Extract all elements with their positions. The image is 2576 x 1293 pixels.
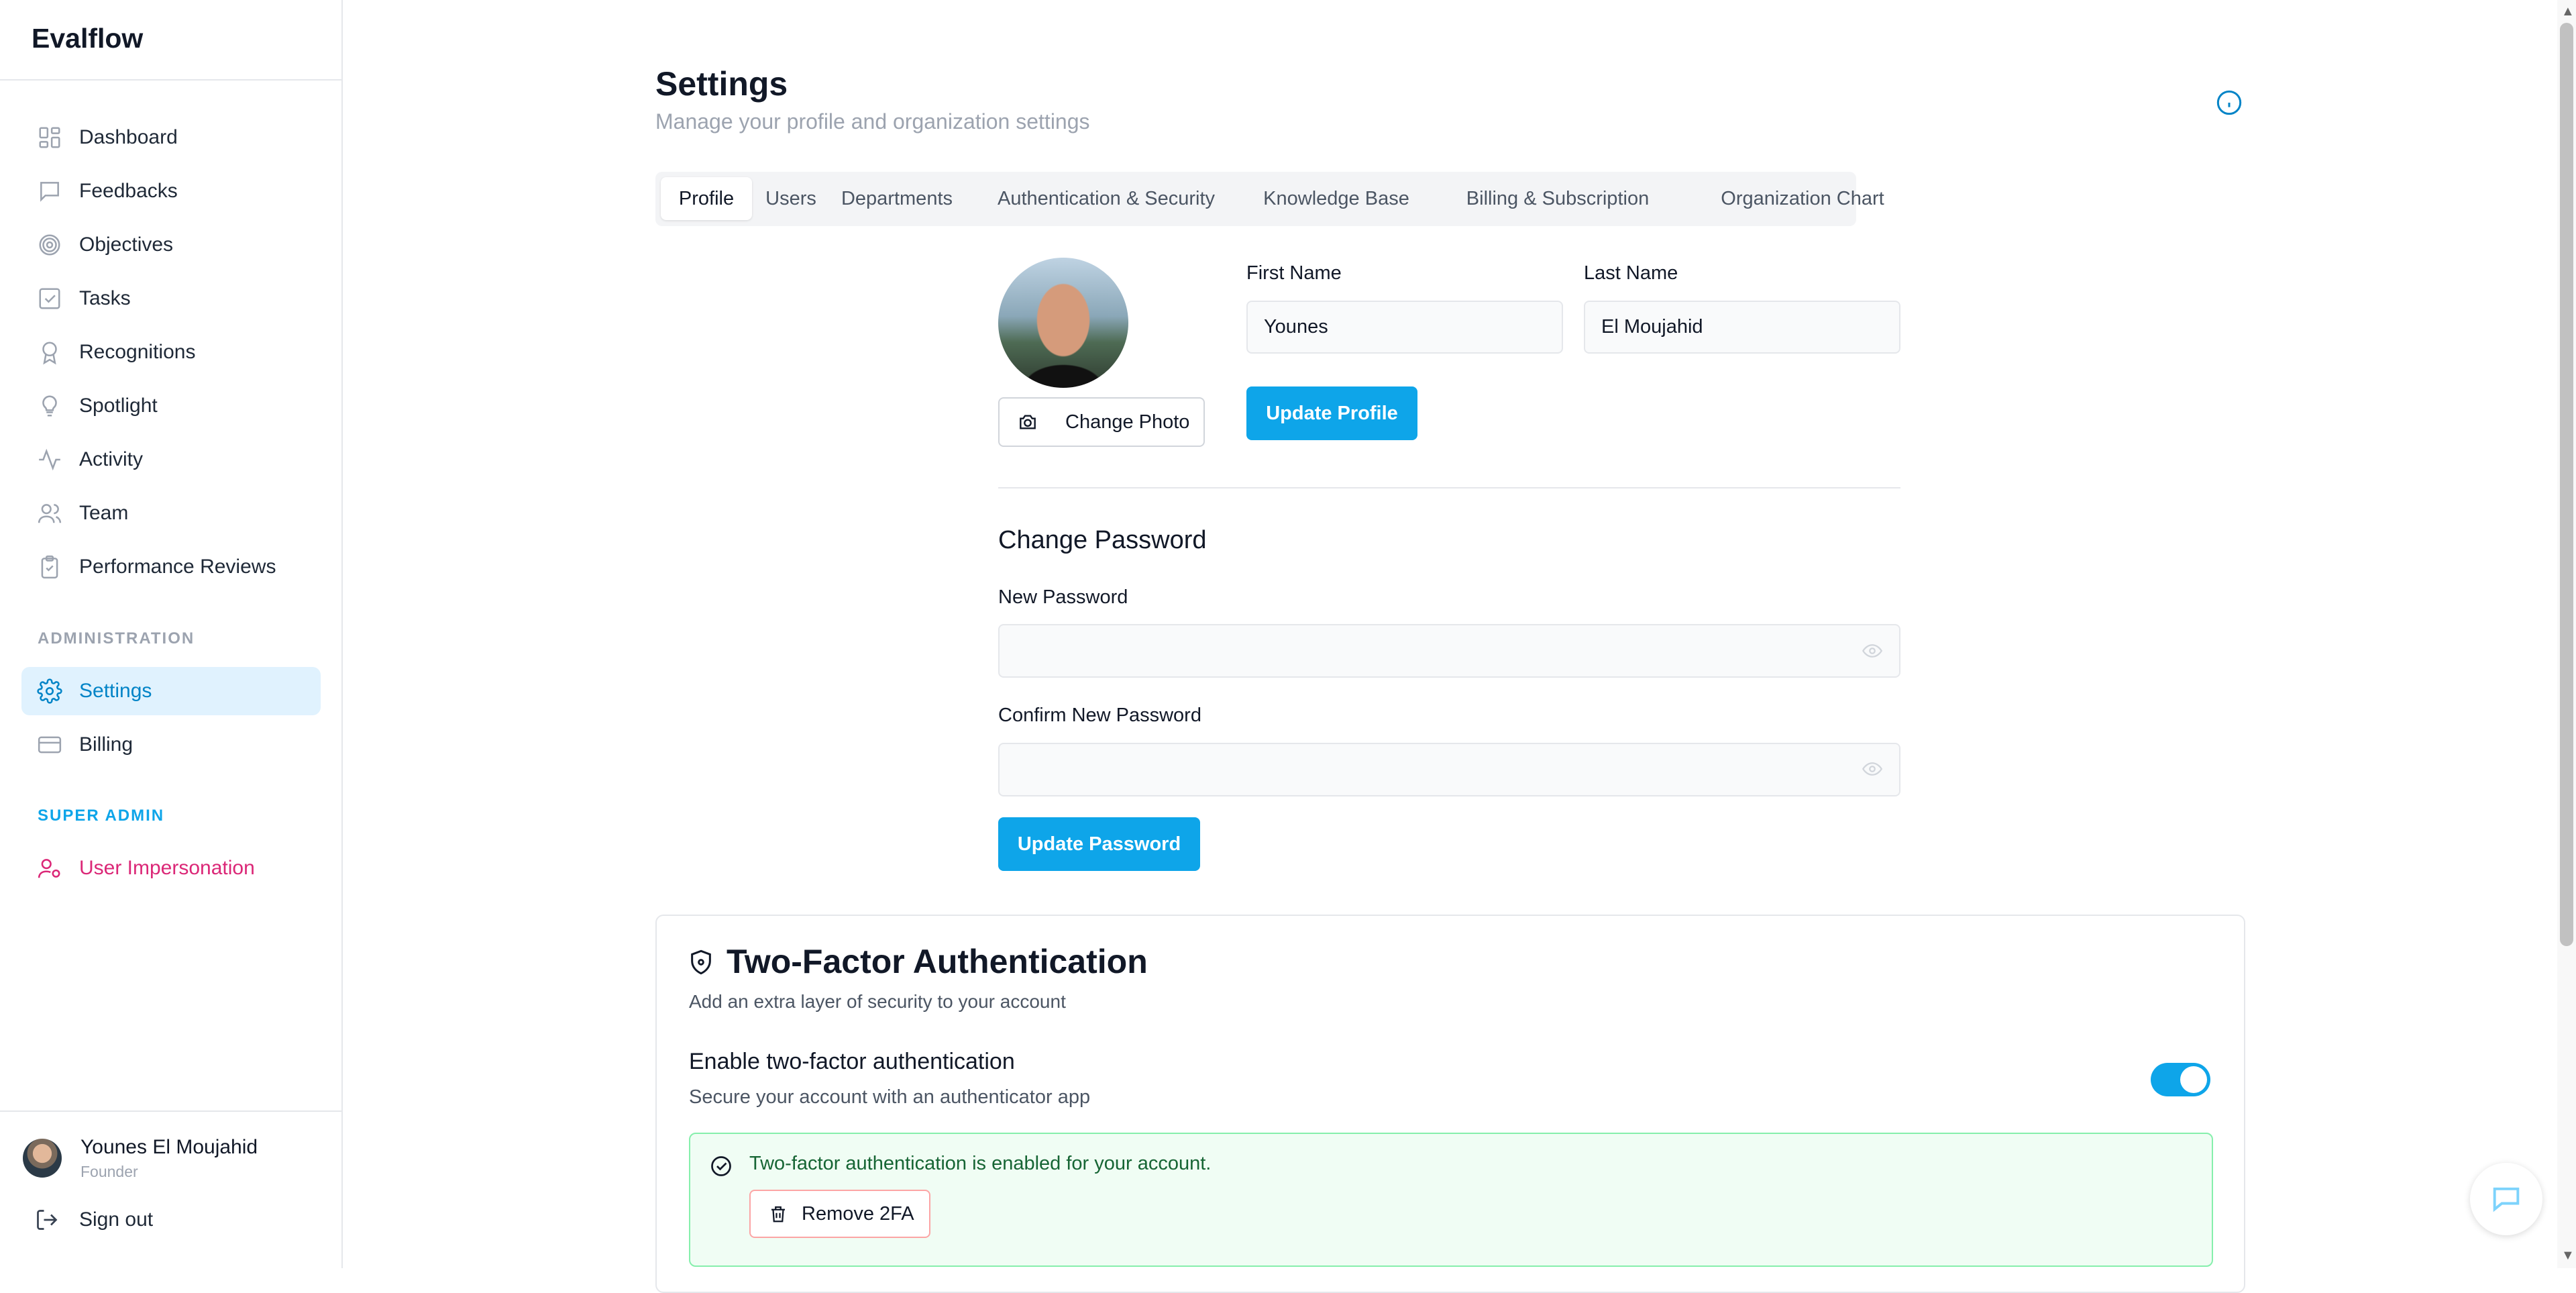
target-icon (36, 231, 63, 258)
trash-icon (771, 1206, 785, 1223)
update-password-button[interactable]: Update Password (998, 817, 1200, 871)
profile-photo (998, 258, 1128, 388)
logout-icon (37, 1210, 58, 1230)
shield-icon (691, 949, 711, 975)
tab-organization-chart[interactable]: Organization Chart (1688, 177, 1917, 220)
tab-profile[interactable]: Profile (661, 177, 752, 220)
sidebar-item-label: Team (79, 502, 129, 524)
sidebar-item-label: Settings (79, 680, 152, 702)
change-photo-label: Change Photo (1065, 411, 1190, 433)
sidebar-item-performance-reviews[interactable]: Performance Reviews (21, 543, 321, 591)
user-role: Founder (80, 1163, 138, 1180)
section-title-administration: ADMINISTRATION (38, 629, 195, 648)
first-name-input[interactable] (1246, 301, 1563, 354)
page-subtitle: Manage your profile and organization set… (655, 109, 1090, 134)
user-cog-icon (36, 855, 63, 882)
change-password-title: Change Password (998, 526, 1207, 554)
tab-departments[interactable]: Departments (830, 177, 964, 220)
sidebar-item-user-impersonation[interactable]: User Impersonation (21, 844, 321, 892)
sidebar-item-label: Objectives (79, 234, 174, 256)
user-name: Younes El Moujahid (80, 1136, 258, 1158)
change-photo-button[interactable]: Change Photo (998, 397, 1205, 447)
sidebar-item-label: Spotlight (79, 395, 158, 417)
two-factor-subtitle: Add an extra layer of security to your a… (689, 991, 1066, 1012)
sidebar-item-label: Billing (79, 733, 133, 756)
eye-icon[interactable] (1862, 641, 1882, 661)
award-icon (36, 339, 63, 366)
sidebar-item-settings[interactable]: Settings (21, 667, 321, 715)
remove-2fa-label: Remove 2FA (802, 1202, 914, 1225)
sidebar-item-label: Feedbacks (79, 180, 178, 202)
sidebar: Evalflow Dashboard Feedbacks Objectives … (0, 0, 343, 1268)
checkbox-icon (36, 285, 63, 312)
sidebar-item-label: Dashboard (79, 126, 178, 148)
chat-widget-button[interactable] (2470, 1163, 2542, 1235)
sidebar-item-label: Recognitions (79, 341, 196, 363)
first-name-label: First Name (1246, 262, 1342, 284)
divider (0, 79, 341, 81)
avatar[interactable] (23, 1139, 62, 1178)
app-brand[interactable]: Evalflow (32, 23, 143, 54)
page-title: Settings (655, 65, 788, 103)
sign-out-button[interactable]: Sign out (35, 1208, 153, 1232)
sidebar-item-billing[interactable]: Billing (21, 721, 321, 769)
enable-2fa-title: Enable two-factor authentication (689, 1049, 1015, 1074)
tab-billing-subscription[interactable]: Billing & Subscription (1434, 177, 1682, 220)
two-factor-title: Two-Factor Authentication (727, 943, 1148, 980)
enable-2fa-toggle[interactable] (2151, 1063, 2210, 1096)
scroll-up-arrow[interactable]: ▲ (2561, 4, 2575, 19)
clipboard-icon (36, 554, 63, 580)
remove-2fa-button[interactable]: Remove 2FA (749, 1190, 930, 1238)
sidebar-item-recognitions[interactable]: Recognitions (21, 328, 321, 376)
eye-icon[interactable] (1862, 759, 1882, 779)
new-password-label: New Password (998, 586, 1128, 608)
scrollbar-thumb[interactable] (2560, 23, 2573, 946)
camera-icon (1020, 415, 1036, 429)
sidebar-item-tasks[interactable]: Tasks (21, 274, 321, 323)
last-name-input[interactable] (1584, 301, 1900, 354)
chat-icon (2493, 1187, 2520, 1212)
confirm-password-input[interactable] (998, 743, 1900, 796)
lightbulb-icon (36, 393, 63, 419)
message-icon (36, 178, 63, 205)
sidebar-item-team[interactable]: Team (21, 489, 321, 537)
tab-knowledge-base[interactable]: Knowledge Base (1246, 177, 1427, 220)
new-password-input[interactable] (998, 624, 1900, 678)
settings-tabs: Profile Users Departments Authentication… (655, 172, 1884, 226)
last-name-label: Last Name (1584, 262, 1678, 284)
activity-icon (36, 446, 63, 473)
sidebar-item-feedbacks[interactable]: Feedbacks (21, 167, 321, 215)
update-profile-button[interactable]: Update Profile (1246, 386, 1417, 440)
sidebar-item-label: User Impersonation (79, 857, 255, 879)
sidebar-item-label: Activity (79, 448, 144, 470)
info-icon[interactable] (2216, 89, 2243, 116)
toggle-knob (2180, 1066, 2207, 1093)
sidebar-item-activity[interactable]: Activity (21, 435, 321, 484)
section-title-super-admin: SUPER ADMIN (38, 807, 165, 825)
gear-icon (36, 678, 63, 705)
sidebar-item-objectives[interactable]: Objectives (21, 221, 321, 269)
confirm-password-label: Confirm New Password (998, 705, 1201, 726)
users-icon (36, 500, 63, 527)
divider (0, 1110, 341, 1112)
credit-card-icon (36, 731, 63, 758)
sidebar-item-label: Performance Reviews (79, 556, 276, 578)
tab-users[interactable]: Users (757, 177, 824, 220)
sidebar-item-spotlight[interactable]: Spotlight (21, 382, 321, 430)
tab-authentication-security[interactable]: Authentication & Security (972, 177, 1240, 220)
sidebar-item-dashboard[interactable]: Dashboard (21, 113, 321, 162)
divider (998, 487, 1900, 488)
check-circle-icon (711, 1156, 731, 1176)
sidebar-item-label: Tasks (79, 287, 131, 309)
sign-out-label: Sign out (79, 1208, 154, 1231)
dashboard-icon (36, 124, 63, 151)
scroll-down-arrow[interactable]: ▼ (2561, 1248, 2575, 1263)
two-factor-status-message: Two-factor authentication is enabled for… (749, 1153, 1212, 1174)
enable-2fa-subtitle: Secure your account with an authenticato… (689, 1086, 1091, 1108)
